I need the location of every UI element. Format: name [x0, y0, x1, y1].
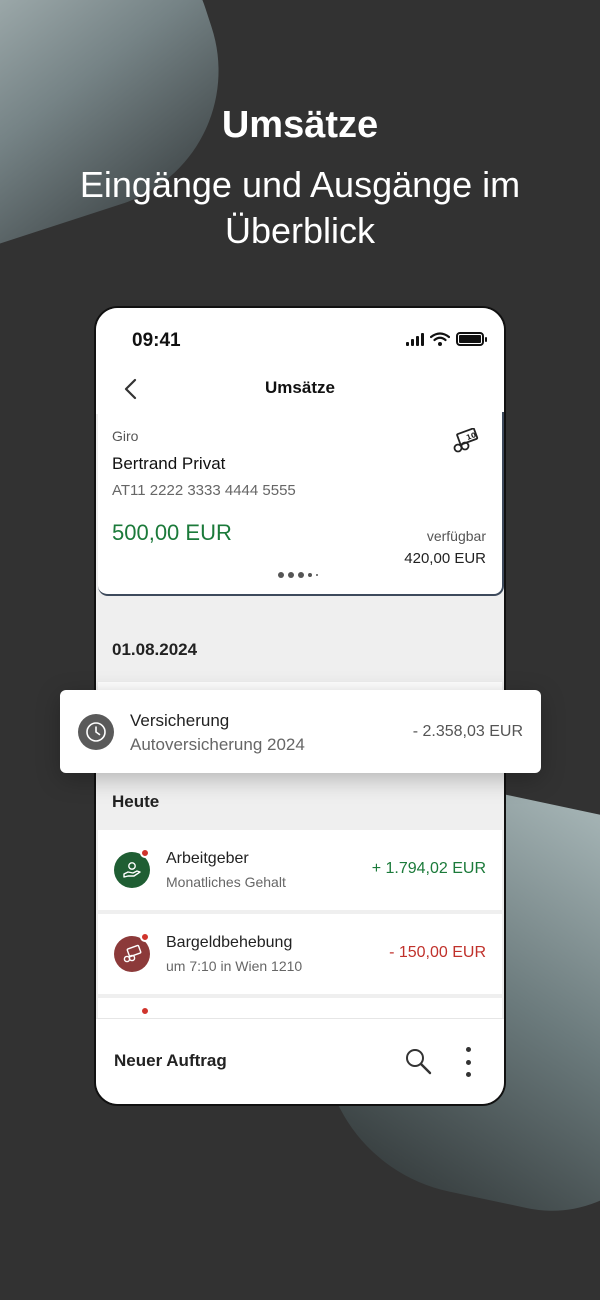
transaction-subtitle: um 7:10 in Wien 1210: [166, 958, 303, 974]
transaction-title: Arbeitgeber: [166, 850, 249, 867]
wifi-icon: [430, 332, 450, 346]
unread-indicator: [140, 1006, 150, 1016]
transaction-amount: + 1.794,02 EUR: [371, 860, 486, 877]
promo-headline: Umsätze: [221, 104, 379, 146]
page-title: Umsätze: [265, 378, 335, 397]
account-type: Giro: [112, 428, 139, 444]
transaction-title: Versicherung: [130, 711, 230, 730]
date-section-header: 01.08.2024: [112, 640, 198, 659]
promo-subheadline: Eingänge und Ausgänge im Überblick: [79, 164, 521, 251]
transaction-row-arbeitgeber[interactable]: Arbeitgeber Monatliches Gehalt + 1.794,0…: [98, 830, 502, 910]
account-name: Bertrand Privat: [112, 454, 226, 473]
unread-indicator: [140, 848, 150, 858]
signal-icon: [406, 332, 424, 346]
clock-history-icon: [78, 714, 114, 750]
account-card[interactable]: Giro Bertrand Privat AT11 2222 3333 4444…: [98, 412, 504, 596]
available-label: verfügbar: [426, 528, 486, 544]
account-iban: AT11 2222 3333 4444 5555: [112, 482, 296, 499]
new-order-button[interactable]: Neuer Auftrag: [114, 1051, 227, 1071]
card-pagination-dots: [278, 572, 318, 578]
bottom-action-bar: Neuer Auftrag: [96, 1018, 504, 1104]
status-bar: 09:41: [96, 308, 504, 364]
available-value: 420,00 EUR: [404, 550, 486, 567]
battery-icon: [456, 332, 487, 346]
transaction-title: Bargeldbehebung: [166, 934, 293, 951]
highlighted-transaction-card[interactable]: Versicherung Autoversicherung 2024 - 2.3…: [60, 690, 541, 773]
transaction-row-bargeldbehebung[interactable]: Bargeldbehebung um 7:10 in Wien 1210 - 1…: [98, 914, 502, 994]
account-balance: 500,00 EUR: [112, 520, 232, 545]
search-icon[interactable]: [402, 1045, 434, 1077]
money-exchange-icon[interactable]: 10: [452, 428, 480, 454]
unread-indicator: [140, 932, 150, 942]
today-section-header: Heute: [112, 792, 160, 811]
more-options-icon[interactable]: [458, 1047, 478, 1077]
transaction-amount: - 150,00 EUR: [389, 944, 486, 961]
transaction-subtitle: Autoversicherung 2024: [130, 735, 305, 754]
transaction-amount: - 2.358,03 EUR: [412, 723, 523, 740]
transaction-subtitle: Monatliches Gehalt: [166, 874, 286, 890]
status-time: 09:41: [132, 330, 181, 351]
navigation-bar: Umsätze: [96, 364, 504, 414]
status-icons: [406, 332, 487, 346]
